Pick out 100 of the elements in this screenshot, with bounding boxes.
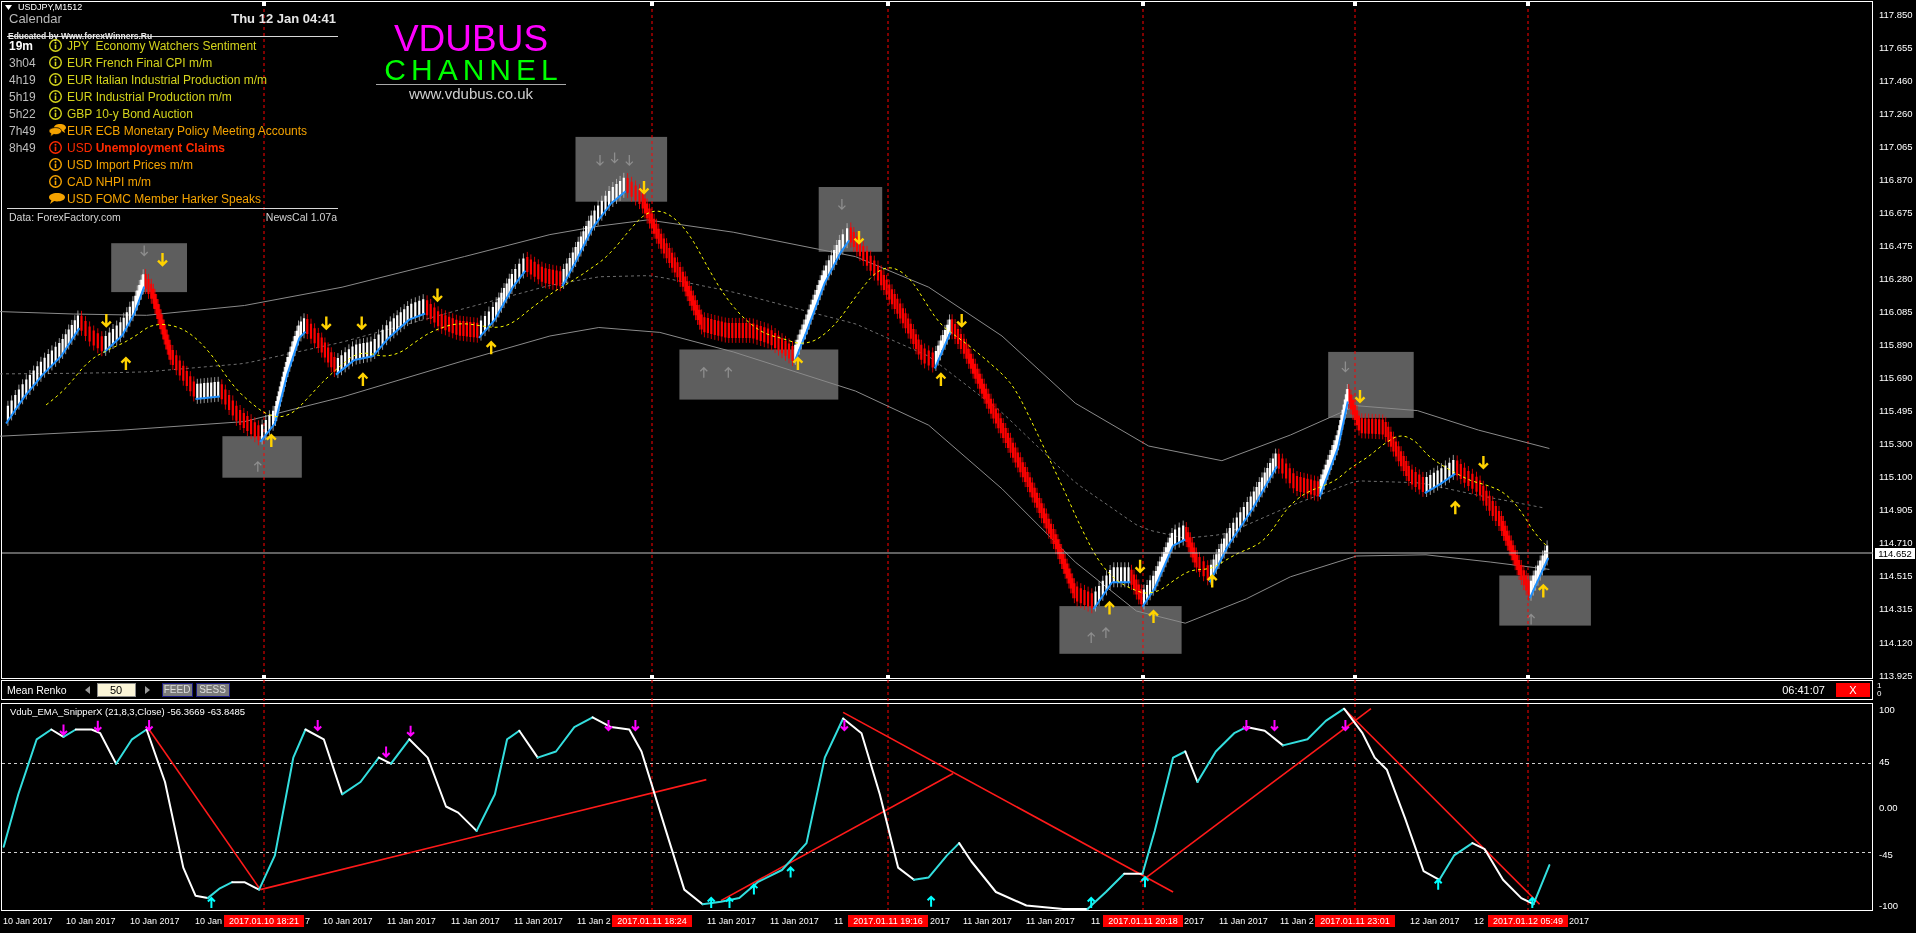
event-text: EUR Italian Industrial Production m/m — [67, 72, 268, 87]
down-arrow-icon — [1477, 454, 1490, 470]
down-arrow-icon — [1354, 388, 1366, 404]
event-text: EUR French Final CPI m/m — [67, 55, 213, 70]
down-arrow-icon — [610, 151, 619, 164]
down-arrow-icon — [93, 719, 103, 733]
up-arrow-icon — [725, 896, 734, 909]
up-arrow-icon — [706, 896, 716, 909]
down-arrow-icon — [630, 719, 640, 732]
date-label: 10 Jan — [195, 915, 223, 927]
axis-label: 45 — [1879, 757, 1890, 767]
event-text: USD Unemployment Claims — [67, 140, 226, 155]
up-arrow-icon — [120, 356, 132, 372]
date-label: 11 Jan 2 — [577, 915, 611, 927]
up-arrow-icon — [1526, 613, 1536, 626]
feed-button[interactable]: FEED — [161, 683, 193, 697]
price-label: 116.280 — [1879, 274, 1913, 285]
axis-label: 100 — [1879, 704, 1895, 715]
session-button[interactable]: SESS — [195, 683, 230, 697]
down-arrow-icon — [100, 312, 112, 328]
date-label: 11 Jan 2017 — [387, 915, 436, 927]
up-arrow-icon — [253, 460, 262, 473]
down-arrow-icon — [625, 154, 634, 166]
price-label: 117.460 — [1879, 76, 1913, 86]
left-triangle-icon[interactable] — [84, 686, 90, 694]
date-label: 11 Jan 2017 — [770, 915, 819, 927]
up-arrow-icon — [1140, 875, 1150, 889]
current-price-label: 114.652 — [1875, 548, 1915, 559]
price-label: 117.065 — [1879, 142, 1913, 152]
down-arrow-icon — [1340, 719, 1350, 732]
date-label: 2017 — [930, 915, 951, 927]
event-text: USD Import Prices m/m — [67, 157, 193, 172]
countdown-timer: 06:41:07 — [1782, 683, 1825, 697]
price-label: 115.890 — [1879, 340, 1913, 351]
down-arrow-icon — [604, 719, 613, 732]
logo-subtitle: CHANNEL — [383, 57, 563, 83]
up-arrow-icon — [1147, 609, 1160, 625]
price-label: 115.100 — [1879, 472, 1913, 483]
time-marker-label: 2017.01.12 05:49 — [1488, 915, 1568, 927]
date-label: 11 Jan 2017 — [451, 915, 500, 927]
date-label: 10 Jan 2017 — [3, 915, 53, 927]
time-marker-label: 2017.01.11 19:16 — [848, 915, 928, 927]
time-marker-label: 2017.01.11 20:18 — [1103, 915, 1183, 927]
up-arrow-icon — [265, 433, 277, 449]
event-text: USD FOMC Member Harker Speaks — [67, 191, 262, 206]
version-text: NewsCal 1.07a — [265, 211, 337, 223]
close-button[interactable]: X — [1836, 683, 1870, 697]
price-label: 117.655 — [1879, 42, 1913, 53]
price-label: 116.475 — [1879, 241, 1913, 252]
up-arrow-icon — [1086, 896, 1096, 909]
date-label: 12 Jan 2017 — [1410, 915, 1460, 927]
date-label: 11 — [1091, 915, 1101, 927]
up-arrow-icon — [749, 883, 759, 896]
event-time: 5h19 — [9, 89, 36, 104]
down-arrow-icon — [140, 244, 149, 257]
price-label: 117.850 — [1879, 9, 1913, 20]
date-label: 11 Jan 2017 — [707, 915, 756, 927]
calendar-title: Calendar — [9, 12, 62, 25]
logo-url: www.vdubus.co.uk — [408, 86, 534, 102]
down-arrow-icon — [431, 287, 444, 303]
price-label: 117.260 — [1879, 109, 1913, 119]
price-label: 115.300 — [1879, 439, 1913, 450]
up-arrow-icon — [724, 366, 733, 379]
up-arrow-icon — [1101, 627, 1111, 639]
axis-label: 0.00 — [1879, 803, 1898, 813]
up-arrow-icon — [792, 356, 804, 372]
caret-icon[interactable] — [5, 5, 12, 10]
time-marker-label: 2017.01.10 18:21 — [224, 915, 304, 927]
down-arrow-icon — [638, 179, 650, 195]
logo-title: VDUBUS — [393, 21, 549, 57]
down-arrow-icon — [839, 719, 849, 732]
shaded-zone — [818, 187, 883, 252]
axis-label: -100 — [1879, 901, 1898, 911]
right-triangle-icon[interactable] — [144, 686, 150, 694]
down-arrow-icon — [595, 154, 605, 166]
down-arrow-icon — [320, 315, 332, 331]
up-arrow-icon — [206, 896, 216, 909]
axis-label: 0 — [1877, 690, 1882, 698]
up-arrow-icon — [935, 372, 947, 388]
date-label: 10 Jan 2017 — [323, 915, 373, 927]
indicator-title: Vdub_EMA_SnipperX (21,8,3,Close) -56.3669 -63.8485 — [10, 706, 245, 717]
down-arrow-icon — [1134, 558, 1146, 574]
price-label: 114.905 — [1879, 505, 1913, 516]
up-arrow-icon — [699, 366, 708, 379]
up-arrow-icon — [1449, 500, 1461, 516]
up-arrow-icon — [1537, 583, 1549, 599]
down-arrow-icon — [406, 724, 416, 738]
event-time: 4h19 — [9, 72, 36, 87]
axis-label: 1 — [1877, 682, 1882, 690]
time-marker-label: 2017.01.11 23:01 — [1315, 915, 1395, 927]
down-arrow-icon — [1241, 719, 1251, 732]
up-arrow-icon — [357, 372, 369, 388]
date-label: 2017 — [1184, 915, 1205, 927]
down-arrow-icon — [1341, 360, 1350, 373]
price-label: 114.315 — [1879, 604, 1913, 615]
brick-size-field[interactable]: 50 — [96, 683, 136, 697]
up-arrow-icon — [1206, 573, 1218, 589]
price-label: 114.515 — [1879, 571, 1913, 582]
up-arrow-icon — [786, 866, 796, 879]
down-arrow-icon — [837, 198, 847, 210]
